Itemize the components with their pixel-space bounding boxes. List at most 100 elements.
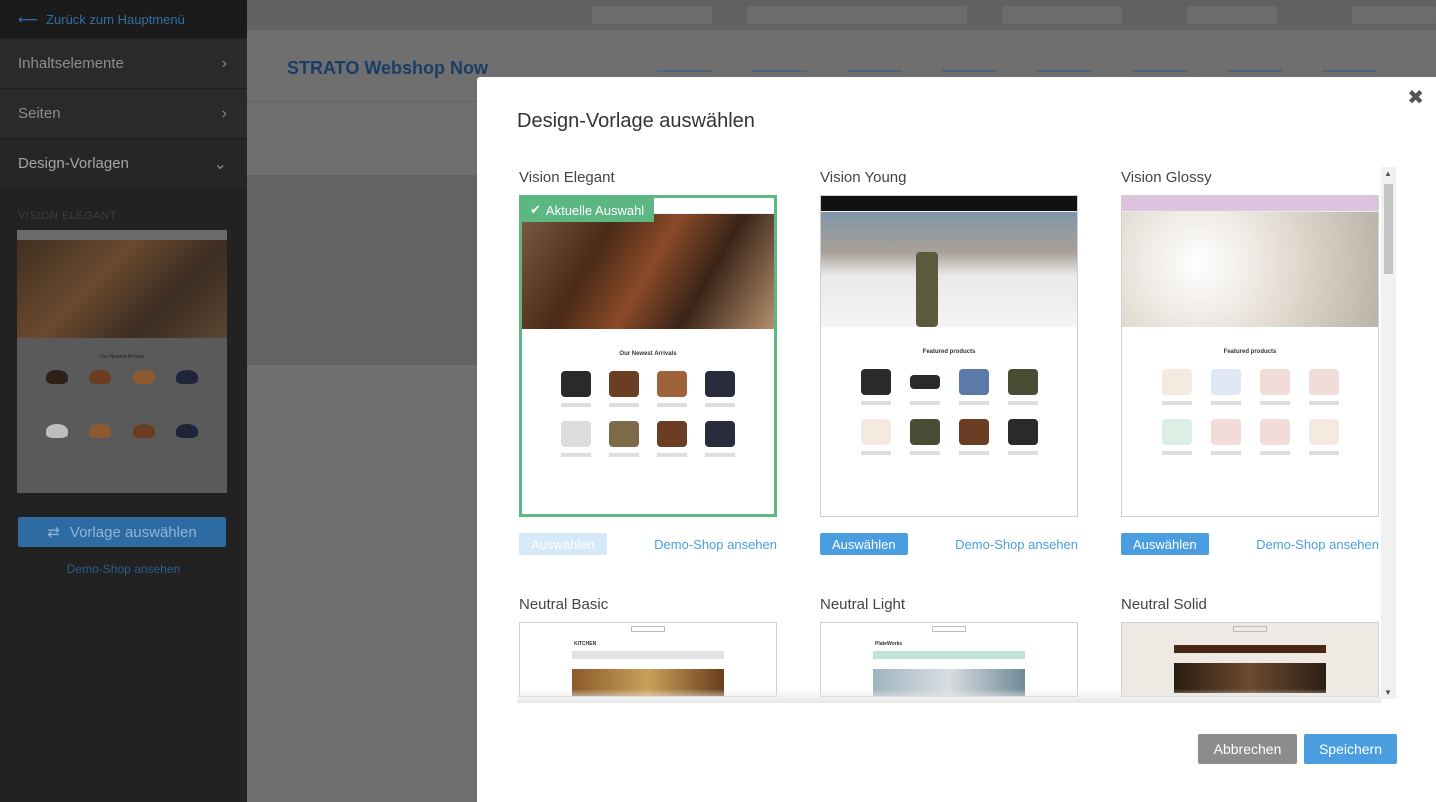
editor-content-block [247, 175, 477, 365]
sidebar-item-inhaltselemente[interactable]: Inhaltselemente › [0, 38, 247, 88]
shop-nav-links [657, 58, 1377, 72]
product-image [1210, 369, 1241, 395]
preview-captions [821, 395, 1077, 405]
product-image [89, 424, 112, 438]
preview-product-row [821, 405, 1077, 445]
select-template-button[interactable]: Auswählen [519, 533, 607, 555]
thumbnail-nav [17, 230, 227, 240]
chevron-right-icon: › [221, 104, 227, 122]
preview-search-box [631, 626, 665, 632]
template-preview[interactable]: PlateWorks [820, 622, 1078, 697]
select-template-button[interactable]: Auswählen [1121, 533, 1209, 555]
preview-section-title: Featured products [922, 349, 976, 355]
template-name: Neutral Solid [1121, 596, 1207, 613]
chevron-right-icon: › [221, 54, 227, 72]
preview-logo: KITCHEN [574, 641, 597, 647]
template-name: Vision Young [820, 169, 907, 186]
template-grid-scrollbar[interactable]: ▲ ▼ [1381, 167, 1396, 699]
badge-label: Aktuelle Auswahl [545, 202, 645, 218]
template-card-neutral-solid: Neutral Solid [1121, 594, 1379, 697]
preview-nav [1122, 196, 1378, 212]
select-template-button[interactable]: Auswählen [820, 533, 908, 555]
close-icon[interactable]: ✖ [1407, 85, 1424, 110]
topbar-item [592, 6, 712, 24]
preview-product-row [1122, 405, 1378, 445]
chevron-down-icon: ⌄ [213, 155, 227, 173]
template-preview[interactable]: Featured products [1121, 195, 1379, 517]
thumbnail-product-row [17, 360, 227, 384]
product-image [45, 424, 68, 438]
preview-captions [522, 397, 774, 407]
preview-captions [821, 445, 1077, 455]
topbar-item [1352, 6, 1436, 24]
product-image [1161, 369, 1192, 395]
choose-template-label: Vorlage auswählen [69, 523, 197, 541]
topbar-item [1187, 6, 1277, 24]
current-template-thumbnail: Our Newest Arrivals [17, 230, 227, 493]
product-image [132, 424, 155, 438]
preview-product-row [522, 407, 774, 447]
preview-nav-bar [572, 651, 724, 659]
product-image [705, 421, 735, 447]
template-preview[interactable] [1121, 622, 1379, 697]
preview-nav-bar [873, 651, 1025, 659]
template-preview[interactable]: KITCHEN [519, 622, 777, 697]
preview-captions [522, 447, 774, 457]
product-image [176, 370, 199, 384]
product-image [909, 419, 940, 445]
preview-logo [1122, 635, 1378, 641]
product-image [89, 370, 112, 384]
product-image [45, 370, 68, 384]
cancel-button[interactable]: Abbrechen [1198, 734, 1297, 764]
product-image [958, 369, 989, 395]
preview-nav [821, 196, 1077, 212]
choose-template-button[interactable]: ⇄ Vorlage auswählen [18, 517, 226, 547]
preview-captions [1122, 445, 1378, 455]
demo-shop-link[interactable]: Demo-Shop ansehen [1256, 537, 1379, 552]
template-name: Vision Glossy [1121, 169, 1212, 186]
preview-search-row [1122, 623, 1378, 635]
sidebar-item-label: Inhaltselemente [18, 55, 124, 72]
thumbnail-product-row [17, 384, 227, 438]
product-image [705, 371, 735, 397]
preview-product-row [522, 357, 774, 397]
scroll-up-arrow-icon[interactable]: ▲ [1384, 169, 1392, 178]
product-image [1161, 419, 1192, 445]
template-card-vision-elegant: Vision Elegant ✔ Aktuelle Auswahl Our Ne… [519, 167, 777, 567]
topbar-item [1002, 6, 1122, 24]
preview-hero-image [821, 212, 1077, 327]
preview-search-row [821, 623, 1077, 635]
template-grid[interactable]: Vision Elegant ✔ Aktuelle Auswahl Our Ne… [517, 167, 1397, 699]
editor-top-bar [247, 0, 1436, 30]
preview-product-row [1122, 355, 1378, 395]
arrow-left-icon: ⟵ [18, 10, 39, 27]
shop-brand: STRATO Webshop Now [287, 58, 488, 78]
back-to-main-menu-link[interactable]: ⟵ Zurück zum Hauptmenü [0, 0, 247, 38]
template-name: Neutral Basic [519, 596, 609, 613]
preview-search-box [932, 626, 966, 632]
sidebar-demo-shop-link[interactable]: Demo-Shop ansehen [0, 562, 247, 576]
sidebar-item-design-vorlagen[interactable]: Design-Vorlagen ⌄ [0, 138, 247, 188]
product-image [609, 421, 639, 447]
nav-link [942, 58, 997, 72]
thumbnail-hero-image [17, 230, 227, 338]
demo-shop-link[interactable]: Demo-Shop ansehen [955, 537, 1078, 552]
preview-section-title: Our Newest Arrivals [619, 351, 677, 357]
product-image [1210, 419, 1241, 445]
product-image [958, 419, 989, 445]
modal-title: Design-Vorlage auswählen [517, 110, 755, 132]
save-button[interactable]: Speichern [1304, 734, 1397, 764]
preview-search-row [520, 623, 776, 635]
demo-shop-link[interactable]: Demo-Shop ansehen [654, 537, 777, 552]
scrollbar-thumb[interactable] [1384, 184, 1393, 274]
sidebar-item-seiten[interactable]: Seiten › [0, 88, 247, 138]
template-preview[interactable]: ✔ Aktuelle Auswahl Our Newest Arrivals [519, 195, 777, 517]
product-image [132, 370, 155, 384]
product-image [657, 371, 687, 397]
preview-captions [1122, 395, 1378, 405]
back-link-label: Zurück zum Hauptmenü [46, 11, 185, 27]
scroll-down-arrow-icon[interactable]: ▼ [1384, 688, 1392, 697]
preview-section-title: Featured products [1223, 349, 1277, 355]
product-image [561, 371, 591, 397]
template-preview[interactable]: Featured products [820, 195, 1078, 517]
